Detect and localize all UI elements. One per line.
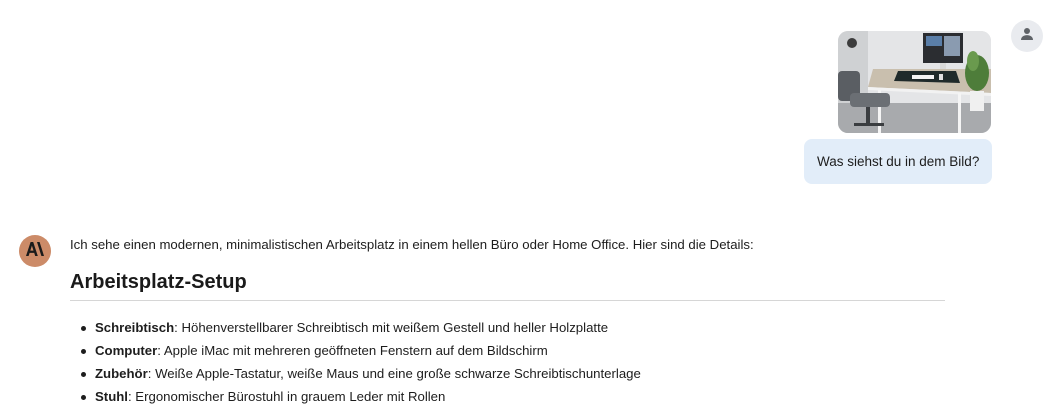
list-item: Computer: Apple iMac mit mehreren geöffn…: [80, 339, 945, 362]
list-item: Schreibtisch: Höhenverstellbarer Schreib…: [80, 316, 945, 339]
attached-office-image[interactable]: [838, 31, 991, 133]
user-message-bubble: Was siehst du in dem Bild?: [804, 139, 993, 184]
list-item: Zubehör: Weiße Apple-Tastatur, weiße Mau…: [80, 362, 945, 385]
details-list: Schreibtisch: Höhenverstellbarer Schreib…: [70, 316, 945, 408]
assistant-avatar: [19, 235, 51, 267]
user-message-text: Was siehst du in dem Bild?: [817, 154, 980, 169]
person-icon: [1018, 25, 1036, 48]
item-text: : Weiße Apple-Tastatur, weiße Maus und e…: [147, 366, 641, 381]
item-label: Zubehör: [95, 366, 148, 381]
assistant-intro: Ich sehe einen modernen, minimalistische…: [70, 237, 754, 252]
list-item: Stuhl: Ergonomischer Bürostuhl in grauem…: [80, 385, 945, 408]
chat-page: Was siehst du in dem Bild? Ich sehe eine…: [0, 0, 1056, 418]
user-avatar[interactable]: [1011, 20, 1043, 52]
item-text: : Ergonomischer Bürostuhl in grauem Lede…: [127, 389, 446, 404]
anthropic-logo-icon: [26, 241, 44, 261]
item-text: : Höhenverstellbarer Schreibtisch mit we…: [174, 320, 609, 335]
item-label: Schreibtisch: [95, 320, 175, 335]
assistant-message: Ich sehe einen modernen, minimalistische…: [70, 236, 945, 408]
section-heading: Arbeitsplatz-Setup: [70, 271, 945, 301]
item-text: : Apple iMac mit mehreren geöffneten Fen…: [157, 343, 548, 358]
item-label: Computer: [95, 343, 158, 358]
item-label: Stuhl: [95, 389, 128, 404]
